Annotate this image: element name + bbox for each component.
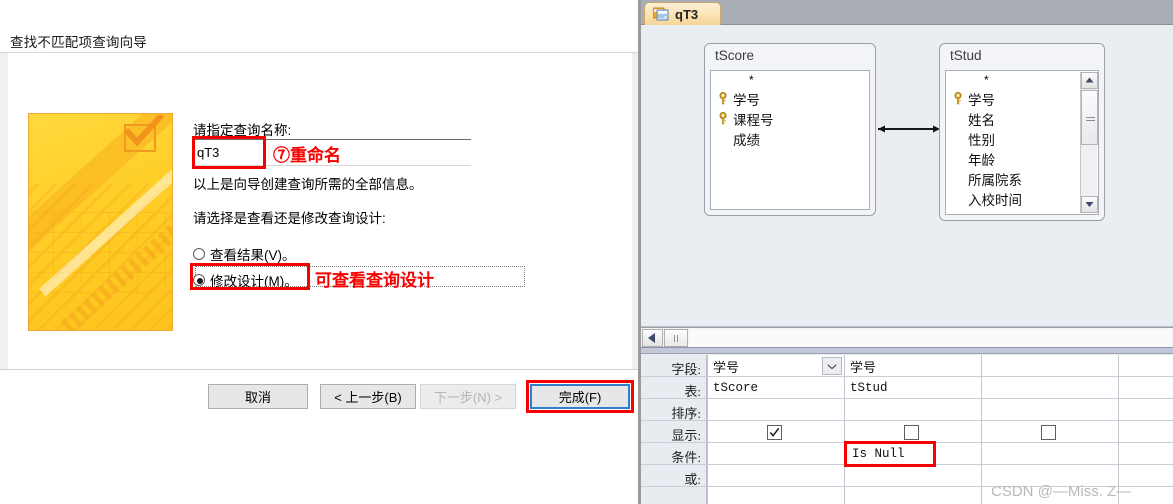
table-box-tscore[interactable]: tScore * 学号 课程号 成绩 (704, 43, 876, 216)
wizard-body: 请指定查询名称: ⑦重命名 以上是向导创建查询所需的全部信息。 请选择是查看还是… (0, 53, 640, 369)
table-title-tstud: tStud (950, 48, 982, 63)
table-title-tscore: tScore (715, 48, 755, 63)
grid-row-sort (641, 399, 1173, 421)
key-icon (719, 112, 727, 125)
field-label: 所属院系 (968, 173, 1022, 188)
horizontal-scrollbar[interactable] (641, 327, 1173, 348)
field-list-tscore[interactable]: * 学号 课程号 成绩 (710, 70, 870, 210)
field-row[interactable]: 课程号 (711, 109, 869, 129)
query-design-upper-pane: tScore * 学号 课程号 成绩 tStud * 学号 姓名 性别 年龄 所… (641, 26, 1173, 327)
scroll-up-icon[interactable] (1081, 72, 1098, 89)
chevron-down-icon[interactable] (822, 357, 842, 375)
join-arrows-icon (878, 125, 940, 133)
hscrollbar-track[interactable] (689, 329, 1172, 347)
field-star-tscore[interactable]: * (711, 71, 869, 89)
grid-label-show: 显示: (671, 428, 701, 443)
query-design-grid: 字段: 表: 排序: 显示: 条件: 或: 学号 tScore 学号 tStud… (641, 355, 1173, 504)
grid-cell-field-col2[interactable]: 学号 (846, 355, 976, 377)
wizard-title: 查找不匹配项查询向导 (10, 35, 147, 50)
show-checkbox-col1[interactable] (767, 425, 782, 440)
field-list-scrollbar[interactable] (1080, 72, 1098, 213)
back-button[interactable]: < 上一步(B) (320, 384, 416, 409)
key-icon (719, 92, 727, 105)
wizard-info-text: 以上是向导创建查询所需的全部信息。 (193, 177, 423, 192)
grid-label-sort: 排序: (671, 406, 701, 421)
scroll-down-icon[interactable] (1081, 196, 1098, 213)
next-button: 下一步(N) > (420, 384, 516, 409)
field-row[interactable]: 所属院系 (946, 169, 1098, 189)
wizard-banner-image (28, 113, 173, 331)
scroll-left-icon[interactable] (642, 329, 663, 347)
tab-qt3[interactable]: qT3 (644, 2, 722, 25)
field-label: 姓名 (968, 113, 995, 128)
radio-modify-design[interactable]: 修改设计(M)。 (193, 270, 298, 290)
finish-button[interactable]: 完成(F) (530, 384, 630, 409)
cancel-button[interactable]: 取消 (208, 384, 308, 409)
field-label: 性别 (968, 133, 995, 148)
field-star-tstud[interactable]: * (946, 71, 1098, 89)
field-label: 成绩 (733, 133, 760, 148)
annotation-rename-text: ⑦重命名 (273, 146, 341, 165)
csdn-watermark: CSDN @—Miss. Z— (991, 483, 1132, 500)
grid-cell-table-col1[interactable]: tScore (709, 377, 839, 399)
grid-column-divider (1118, 355, 1119, 504)
grid-column-divider (981, 355, 982, 504)
table-box-tstud[interactable]: tStud * 学号 姓名 性别 年龄 所属院系 入校时间 (939, 43, 1105, 221)
grid-label-table: 表: (684, 384, 701, 399)
grid-label-or: 或: (684, 472, 701, 487)
grid-column-divider (844, 355, 845, 504)
show-checkbox-col3[interactable] (1041, 425, 1056, 440)
radio-view-label: 查看结果(V)。 (210, 248, 296, 263)
field-label: 课程号 (733, 113, 774, 128)
radio-view-results[interactable]: 查看结果(V)。 (193, 244, 296, 264)
field-row[interactable]: 学号 (946, 89, 1098, 109)
query-name-label: 请指定查询名称: (193, 123, 292, 138)
field-row[interactable]: 年龄 (946, 149, 1098, 169)
grid-cell-table-col2[interactable]: tStud (846, 377, 976, 399)
footer-divider (0, 369, 640, 370)
field-label: 年龄 (968, 153, 995, 168)
access-query-design-window: qT3 tScore * 学号 课程号 成绩 tStud * 学号 姓名 性别 … (641, 0, 1173, 504)
field-row[interactable]: 姓名 (946, 109, 1098, 129)
key-icon (954, 92, 962, 105)
field-label: 学号 (968, 93, 995, 108)
grid-label-field: 字段: (671, 362, 701, 377)
find-unmatched-query-wizard: 查找不匹配项查询向导 请指定查询名称: ⑦重命名 以上是向导 (0, 0, 640, 504)
field-row[interactable]: 性别 (946, 129, 1098, 149)
check-icon (123, 115, 165, 147)
field-row[interactable]: 学号 (711, 89, 869, 109)
wizard-footer: 取消 < 上一步(B) 下一步(N) > 完成(F) (0, 369, 640, 504)
field-list-tstud[interactable]: * 学号 姓名 性别 年龄 所属院系 入校时间 (945, 70, 1099, 215)
grid-cell-field-col1[interactable]: 学号 (709, 355, 824, 377)
tab-label: qT3 (675, 6, 699, 22)
radio-design-label: 修改设计(M)。 (210, 274, 298, 289)
scrollbar-thumb[interactable] (1081, 90, 1098, 145)
radio-indicator-view (193, 248, 205, 260)
wizard-content-panel: 请指定查询名称: ⑦重命名 以上是向导创建查询所需的全部信息。 请选择是查看还是… (8, 53, 632, 369)
pane-splitter[interactable] (641, 348, 1173, 354)
document-tab-bar: qT3 (641, 0, 1173, 25)
hscrollbar-thumb[interactable] (664, 329, 688, 347)
grid-column-divider (707, 355, 708, 504)
wizard-choose-text: 请选择是查看还是修改查询设计: (193, 211, 386, 226)
field-row[interactable]: 成绩 (711, 129, 869, 149)
annotation-design-text: 可查看查询设计 (315, 271, 434, 290)
field-row[interactable]: 入校时间 (946, 189, 1098, 209)
show-checkbox-col2[interactable] (904, 425, 919, 440)
radio-indicator-design (193, 274, 205, 286)
field-label: 学号 (733, 93, 760, 108)
grid-label-criteria: 条件: (671, 450, 701, 465)
query-icon (653, 7, 669, 21)
grid-cell-criteria-col2[interactable]: Is Null (848, 443, 968, 465)
field-label: 入校时间 (968, 193, 1022, 208)
